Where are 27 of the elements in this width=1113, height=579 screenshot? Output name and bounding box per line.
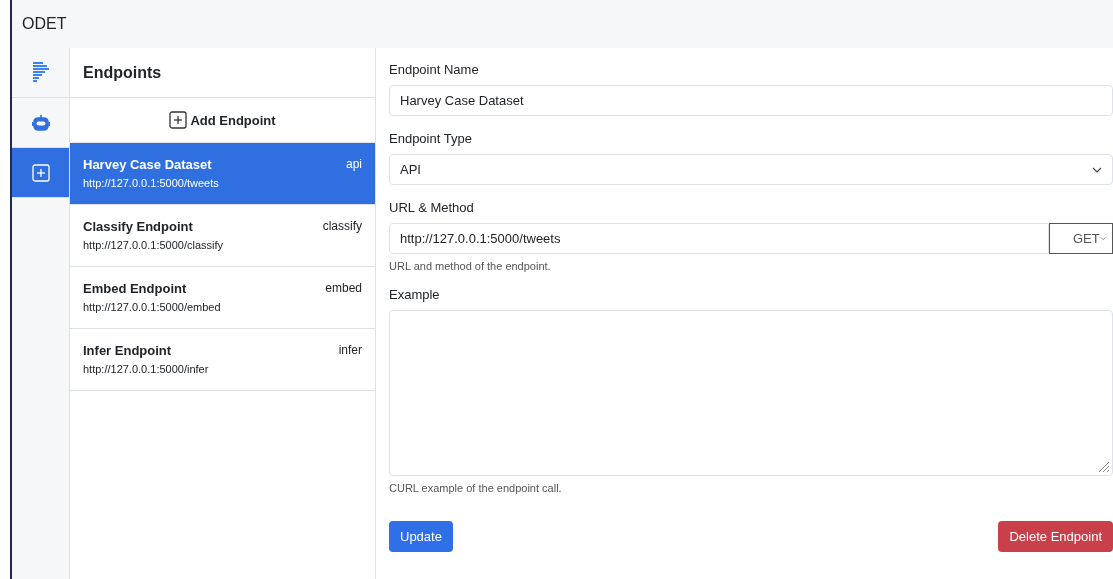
endpoint-item[interactable]: Classify Endpoint http://127.0.0.1:5000/classify classify	[70, 205, 375, 267]
chevron-down-icon	[1099, 236, 1106, 241]
endpoint-item[interactable]: Infer Endpoint http://127.0.0.1:5000/infer infer	[70, 329, 375, 391]
chevron-down-icon	[1092, 166, 1102, 173]
add-endpoint-button[interactable]: Add Endpoint	[169, 111, 276, 129]
endpoint-item[interactable]: Embed Endpoint http://127.0.0.1:5000/embed embed	[70, 267, 375, 329]
panel-title: Endpoints	[83, 63, 162, 82]
app-title: ODET	[22, 15, 67, 33]
plus-square-icon	[169, 111, 188, 129]
field-label: URL & Method	[389, 200, 475, 215]
field-label: Endpoint Name	[389, 62, 480, 77]
endpoint-item[interactable]: Harvey Case Dataset http://127.0.0.1:5000/tweets api	[70, 143, 375, 205]
update-button[interactable]: Update	[389, 521, 453, 552]
help-text: URL and method of the endpoint.	[389, 260, 552, 272]
name-input-field[interactable]: Harvey Case Dataset	[389, 85, 1113, 116]
method-select[interactable]: GET	[1049, 223, 1113, 254]
sidebar-tab[interactable]	[12, 148, 69, 198]
field-label: Endpoint Type	[389, 131, 473, 146]
field-label: Example	[389, 287, 441, 302]
text-lines-icon	[32, 61, 49, 84]
url-input-field[interactable]: http://127.0.0.1:5000/tweets	[389, 223, 1049, 254]
type-select-field[interactable]: API	[389, 154, 1113, 185]
plus-square-icon	[31, 163, 50, 182]
robot-icon	[31, 113, 50, 132]
resize-grip-icon	[1098, 461, 1110, 473]
delete-endpoint-button[interactable]: Delete Endpoint	[998, 521, 1113, 552]
help-text: CURL example of the endpoint call.	[389, 482, 563, 494]
